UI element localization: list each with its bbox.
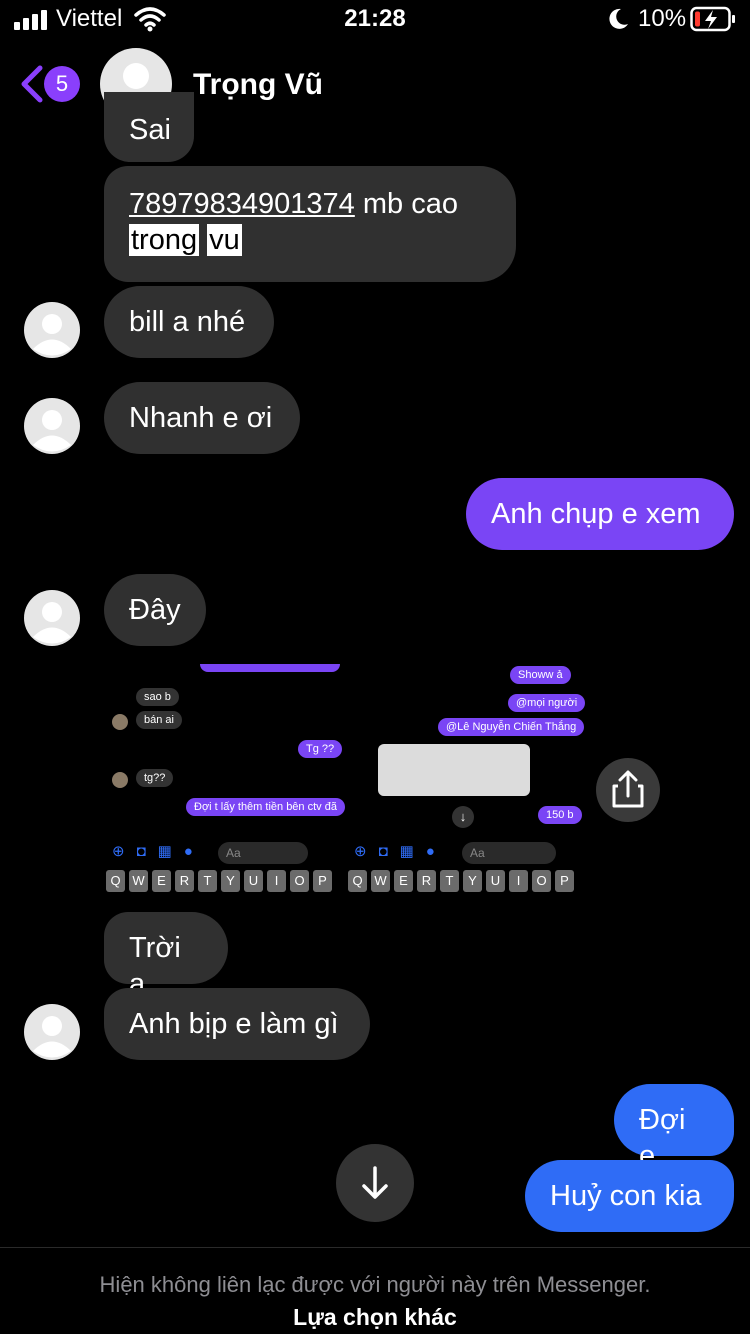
mini-bubble: @mọi người [508, 694, 586, 712]
sender-avatar[interactable] [24, 1004, 80, 1060]
key: O [532, 870, 551, 892]
message-bubble[interactable]: bill a nhé [104, 286, 274, 358]
message-text: Huỷ con kia [550, 1180, 702, 1212]
mini-input: Aa [462, 842, 556, 864]
message-text: Anh bịp e làm gì [129, 1008, 339, 1040]
mini-bubble: Showw ả [510, 666, 571, 684]
message-text: Nhanh e ơi [129, 402, 273, 434]
message-bubble[interactable]: Huỷ con kia [525, 1160, 734, 1232]
message-text: Sai [129, 114, 171, 146]
mini-keyboard: Q W E R T Y U I O P [348, 870, 574, 892]
key: P [555, 870, 574, 892]
mini-bubble: Đợi t lấy thêm tiền bên ctv đã [186, 798, 345, 816]
share-icon [612, 770, 644, 808]
sender-avatar[interactable] [24, 398, 80, 454]
sender-avatar[interactable] [24, 590, 80, 646]
message-bubble[interactable]: Trời ạ [104, 912, 228, 1000]
back-chevron-icon[interactable] [16, 64, 46, 104]
key: E [394, 870, 413, 892]
key: P [313, 870, 332, 892]
mini-input: Aa [218, 842, 308, 864]
key: R [175, 870, 194, 892]
key: U [244, 870, 263, 892]
battery-icon [690, 6, 735, 32]
message-bubble[interactable]: 78979834901374 mb cao trong vu [104, 166, 516, 282]
unavailable-notice: Hiện không liên lạc được với người này t… [99, 1272, 651, 1297]
mini-bubble: bán ai [136, 711, 182, 729]
mini-bubble: 150 b [538, 806, 582, 824]
mini-bubble: @Lê Nguyễn Chiến Thắng [438, 718, 585, 736]
status-bar: Viettel 21:28 10% [0, 0, 750, 40]
key: W [129, 870, 148, 892]
shared-image[interactable]: sao b bán ai Tg ?? tg?? Đợi t lấy thêm t… [104, 664, 586, 910]
key: E [152, 870, 171, 892]
key: Q [348, 870, 367, 892]
battery-percent: 10% [638, 5, 687, 32]
key: I [509, 870, 528, 892]
message-text: vu [207, 224, 242, 256]
divider [0, 1247, 750, 1248]
key: R [417, 870, 436, 892]
mini-bubble: sao b [136, 688, 179, 706]
message-bubble[interactable]: Anh chụp e xem [466, 478, 734, 550]
key: O [290, 870, 309, 892]
mini-avatar [112, 714, 128, 730]
cropped-bubble [200, 664, 340, 672]
key: Q [106, 870, 125, 892]
key: T [198, 870, 217, 892]
mini-avatar [112, 772, 128, 788]
key: U [486, 870, 505, 892]
message-text: Đây [129, 594, 181, 626]
unread-count-badge[interactable]: 5 [44, 66, 80, 102]
message-text: bill a nhé [129, 306, 246, 338]
message-bubble[interactable]: Nhanh e ơi [104, 382, 300, 454]
key: W [371, 870, 390, 892]
other-options-link[interactable]: Lựa chọn khác [0, 1304, 750, 1331]
message-text: Anh chụp e xem [491, 498, 701, 530]
key: T [440, 870, 459, 892]
mini-bubble: Tg ?? [298, 740, 343, 758]
moon-icon [609, 8, 628, 29]
key: Y [221, 870, 240, 892]
mini-screenshot-thumbnails [378, 744, 530, 796]
message-bubble[interactable]: Anh bịp e làm gì [104, 988, 370, 1060]
mini-toolbar-icons: ⊕◘▦● [112, 843, 205, 860]
mini-toolbar-icons: ⊕◘▦● [354, 843, 447, 860]
message-text: trong [129, 224, 200, 256]
arrow-down-icon [362, 1166, 388, 1199]
message-text: mb cao [354, 188, 458, 220]
sender-avatar[interactable] [24, 302, 80, 358]
key: I [267, 870, 286, 892]
scroll-to-bottom-button[interactable] [336, 1144, 414, 1222]
mini-keyboard: Q W E R T Y U I O P [106, 870, 332, 892]
key: Y [463, 870, 482, 892]
mini-bubble: tg?? [136, 769, 174, 787]
mini-scroll-icon: ↓ [452, 806, 474, 828]
message-bubble[interactable]: Sai [104, 92, 194, 162]
message-bubble[interactable]: Đợi e [614, 1084, 734, 1172]
contact-name[interactable]: Trọng Vũ [193, 68, 323, 102]
message-bubble[interactable]: Đây [104, 574, 206, 646]
share-button[interactable] [596, 758, 660, 822]
account-number-link[interactable]: 78979834901374 [129, 188, 355, 220]
